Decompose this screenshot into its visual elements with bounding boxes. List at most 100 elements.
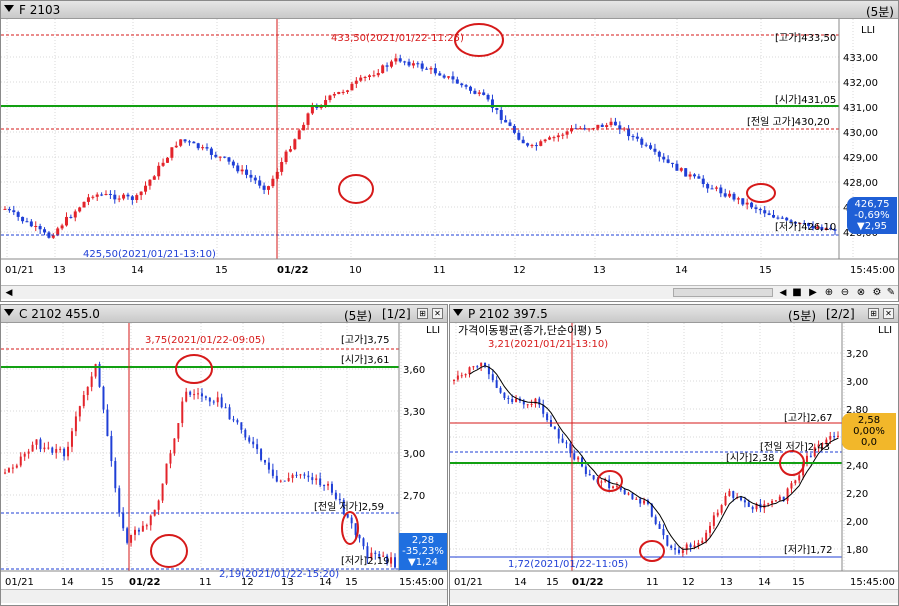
- settings-icon[interactable]: ⊞: [868, 308, 879, 319]
- candle-body: [833, 436, 836, 438]
- close-icon[interactable]: ✕: [883, 308, 894, 319]
- scroll-thumb[interactable]: [673, 288, 773, 297]
- chevron-down-icon[interactable]: [4, 309, 14, 316]
- candle-body: [205, 147, 209, 149]
- scroll-right-icon[interactable]: ◀: [777, 287, 789, 299]
- wrench-icon[interactable]: ✎: [885, 287, 897, 299]
- candle-body: [209, 148, 213, 155]
- candle-body: [4, 472, 6, 474]
- candle-body: [350, 517, 353, 524]
- scale-icon[interactable]: LLI: [861, 25, 875, 36]
- candle-body: [736, 198, 740, 200]
- candle-body: [425, 68, 429, 70]
- call-period: (5분): [344, 309, 373, 323]
- play-icon[interactable]: ▶: [807, 287, 819, 299]
- candle-body: [228, 407, 231, 420]
- zoom-in-icon[interactable]: ⊕: [823, 287, 835, 299]
- candle-body: [214, 154, 218, 157]
- candle-body: [473, 90, 477, 94]
- candle-body: [561, 134, 565, 136]
- candle-body: [605, 125, 609, 127]
- x-tick-label: 11: [199, 577, 212, 588]
- candle-body: [486, 94, 490, 100]
- candle-body: [495, 380, 498, 388]
- candle-body: [47, 447, 50, 449]
- candle-body: [324, 100, 328, 106]
- settings-icon[interactable]: ⚙: [871, 287, 883, 299]
- candle-body: [145, 525, 148, 527]
- candle-body: [460, 375, 463, 377]
- candle-body: [740, 497, 743, 501]
- candle-body: [416, 63, 420, 65]
- candle-body: [354, 523, 357, 535]
- call-titlebar: C 2102 455.0 (5분) [1/2] ⊞ ✕: [1, 305, 447, 323]
- candle-body: [224, 407, 227, 409]
- moving-average-line: [469, 365, 839, 550]
- x-tick-label: 10: [349, 265, 362, 276]
- put-chart[interactable]: 3,203,002,802,602,402,202,001,8001/21141…: [450, 323, 898, 589]
- chevron-down-icon[interactable]: [453, 309, 463, 316]
- close-icon[interactable]: ✕: [432, 308, 443, 319]
- candle-body: [310, 106, 314, 114]
- candle-body: [499, 387, 502, 393]
- candle-body: [565, 131, 569, 135]
- candle-body: [240, 422, 243, 430]
- candle-body: [376, 73, 380, 76]
- candle-body: [34, 226, 38, 228]
- candle-body: [252, 441, 255, 445]
- stop-icon[interactable]: ■: [791, 287, 803, 299]
- candle-body: [767, 503, 770, 505]
- futures-chart[interactable]: 433,00432,00431,00430,00429,00428,00427,…: [1, 19, 898, 285]
- candle-body: [705, 532, 708, 541]
- candle-body: [381, 65, 385, 74]
- candle-body: [372, 75, 376, 77]
- candle-body: [517, 132, 521, 140]
- candle-body: [723, 193, 727, 197]
- candle-body: [275, 475, 278, 482]
- zoom-reset-icon[interactable]: ⊗: [855, 287, 867, 299]
- candle-body: [253, 177, 257, 181]
- zoom-out-icon[interactable]: ⊖: [839, 287, 851, 299]
- candle-body: [283, 480, 286, 482]
- scroll-left-icon[interactable]: ◀: [3, 287, 15, 299]
- candle-body: [829, 436, 832, 440]
- call-scrollbar[interactable]: [1, 589, 447, 603]
- put-scrollbar[interactable]: [450, 589, 898, 603]
- candle-body: [679, 168, 683, 171]
- candle-body: [201, 147, 205, 149]
- candle-body: [240, 169, 244, 172]
- futures-scrollbar[interactable]: ◀ ◀ ■ ▶ ⊕ ⊖ ⊗ ⚙ ✎: [1, 285, 898, 299]
- candle-body: [649, 145, 653, 149]
- chevron-down-icon[interactable]: [4, 5, 14, 12]
- candle-body: [653, 148, 657, 152]
- candle-body: [200, 393, 203, 397]
- settings-icon[interactable]: ⊞: [417, 308, 428, 319]
- candle-body: [218, 156, 222, 158]
- x-tick-label: 15: [101, 577, 114, 588]
- candle-body: [82, 201, 86, 208]
- candle-body: [212, 401, 215, 403]
- candle-body: [635, 498, 638, 500]
- x-tick-label: 14: [131, 265, 144, 276]
- candle-body: [643, 500, 646, 504]
- candle-body: [303, 474, 306, 476]
- candle-body: [341, 91, 345, 93]
- candle-body: [295, 474, 298, 476]
- low-marker-label: 2,19(2021/01/22-15:20): [219, 569, 339, 580]
- x-tick-label: 01/21: [454, 577, 483, 588]
- y-tick-label: 3,00: [403, 449, 425, 460]
- put-period: (5분): [788, 309, 817, 323]
- x-tick-label: 01/22: [572, 577, 604, 588]
- scale-icon[interactable]: LLI: [426, 325, 440, 336]
- candle-body: [165, 157, 169, 163]
- candle-body: [149, 515, 152, 526]
- candle-body: [56, 228, 60, 236]
- scale-icon[interactable]: LLI: [878, 325, 892, 336]
- call-title: C 2102 455.0: [19, 307, 100, 321]
- label-prev-low: [전일 저가]2,59: [314, 501, 384, 513]
- call-chart-panel: C 2102 455.0 (5분) [1/2] ⊞ ✕ 3,60 3,30 3,00…: [0, 304, 448, 606]
- candle-body: [59, 448, 62, 450]
- candle-body: [19, 456, 22, 466]
- candle-body: [363, 76, 367, 78]
- call-chart[interactable]: 3,603,303,002,7001/21 14 15 01/22 11 12 13 14 15…: [1, 323, 447, 589]
